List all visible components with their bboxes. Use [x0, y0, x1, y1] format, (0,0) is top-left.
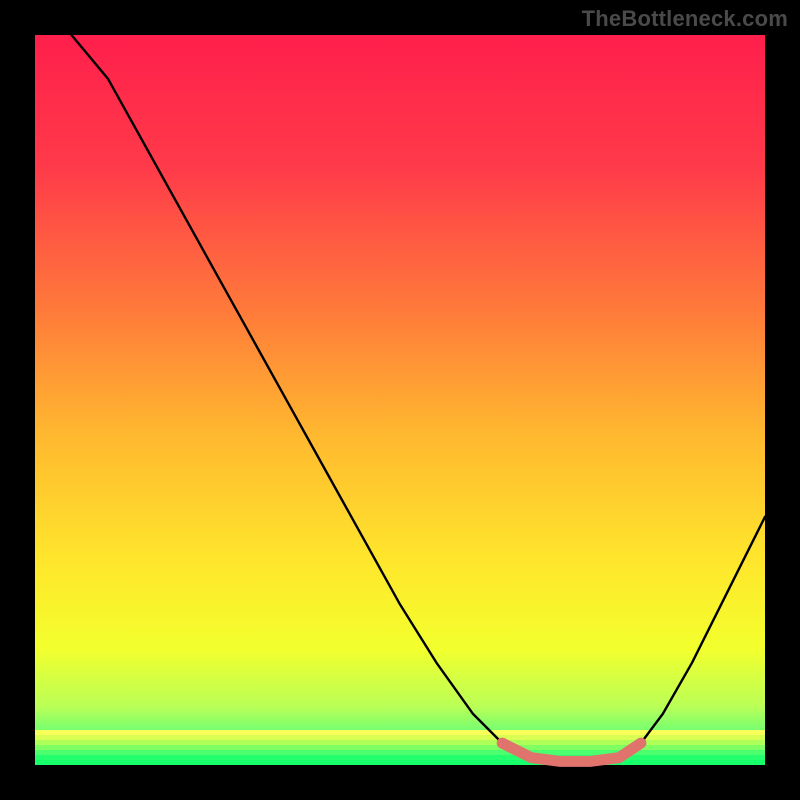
watermark-text: TheBottleneck.com — [582, 6, 788, 32]
bottom-color-bands — [35, 730, 765, 765]
chart-frame: TheBottleneck.com — [0, 0, 800, 800]
bottleneck-chart — [0, 0, 800, 800]
